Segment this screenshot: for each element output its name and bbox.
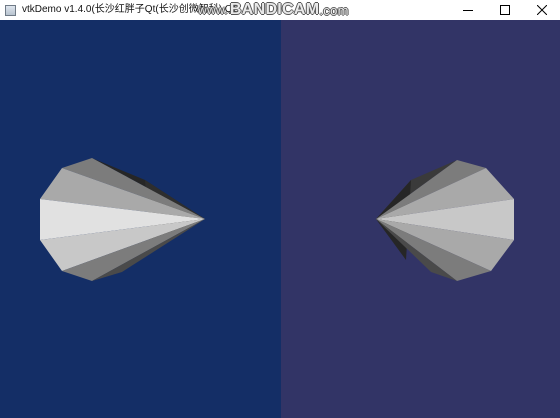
app-window: vtkDemo v1.4.0(长沙红胖子Qt(长沙创微智科) QQ www. B… <box>0 0 560 418</box>
recorder-watermark: www. BANDICAM .com <box>198 1 349 18</box>
maximize-icon <box>499 5 510 15</box>
maximize-button[interactable] <box>486 0 523 20</box>
title-bar[interactable]: vtkDemo v1.4.0(长沙红胖子Qt(长沙创微智科) QQ www. B… <box>0 0 560 20</box>
cone-right <box>376 160 514 281</box>
cone-left <box>40 158 205 281</box>
watermark-suffix: .com <box>319 2 349 18</box>
minimize-button[interactable] <box>449 0 486 20</box>
render-viewport-left[interactable] <box>0 20 281 418</box>
render-viewport-right[interactable] <box>281 20 560 418</box>
close-button[interactable] <box>523 0 560 20</box>
close-icon <box>536 5 547 15</box>
window-controls <box>449 0 560 20</box>
minimize-icon <box>462 10 473 11</box>
watermark-prefix: www. <box>198 3 228 17</box>
watermark-brand: BANDICAM <box>229 1 320 18</box>
app-icon <box>5 4 16 16</box>
